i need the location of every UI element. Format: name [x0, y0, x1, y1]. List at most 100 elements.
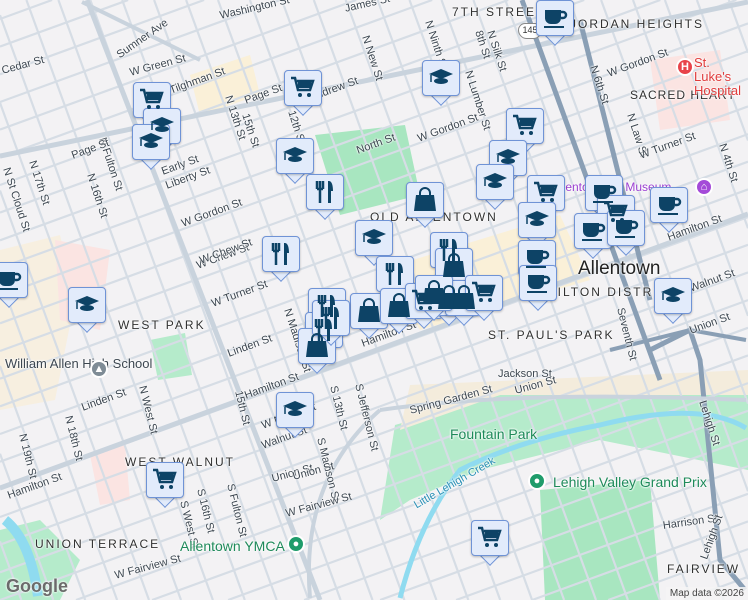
- marker-cart[interactable]: [465, 275, 503, 321]
- marker-box: [132, 124, 170, 160]
- marker-box: [422, 60, 460, 96]
- street-line: [727, 0, 748, 54]
- coffee-icon: [527, 275, 551, 293]
- marker-box: [518, 202, 556, 238]
- marker-grad[interactable]: [476, 164, 514, 210]
- marker-box: [262, 236, 300, 272]
- marker-cart[interactable]: [284, 70, 322, 116]
- marker-box: [650, 187, 688, 223]
- marker-box: [146, 462, 184, 498]
- marker-coffee[interactable]: [0, 262, 28, 308]
- marker-box: [415, 275, 453, 311]
- marker-bag[interactable]: [298, 328, 336, 374]
- grad-icon: [283, 147, 307, 162]
- marker-box: [506, 108, 544, 144]
- marker-box: [519, 265, 557, 301]
- marker-grad[interactable]: [654, 278, 692, 324]
- school-icon[interactable]: ▲: [90, 360, 108, 378]
- hospital-icon[interactable]: H: [676, 58, 694, 76]
- marker-box: [68, 287, 106, 323]
- marker-fork[interactable]: [262, 236, 300, 282]
- coffee-icon: [544, 10, 568, 28]
- google-logo: Google: [6, 576, 68, 596]
- fork-icon: [271, 243, 289, 265]
- marker-box: [607, 210, 645, 246]
- coffee-icon: [658, 197, 682, 215]
- marker-box: [465, 275, 503, 311]
- neighborhood-label: UNION TERRACE: [35, 537, 161, 551]
- marker-grad[interactable]: [422, 60, 460, 106]
- neighborhood-label: JORDAN HEIGHTS: [570, 17, 705, 31]
- marker-box: [298, 328, 336, 364]
- coffee-icon: [526, 250, 550, 268]
- street-line: [0, 0, 129, 48]
- fork-icon: [315, 181, 333, 203]
- cart-icon: [478, 526, 502, 547]
- cart-icon: [153, 468, 177, 489]
- grad-icon: [75, 296, 99, 311]
- hospital-label: St. Luke's Hospital: [694, 55, 741, 98]
- street-line: [0, 0, 53, 21]
- grad-icon: [362, 229, 386, 244]
- marker-box: [376, 256, 414, 292]
- park-label: Fountain Park: [450, 426, 538, 442]
- bag-icon: [388, 293, 410, 317]
- marker-coffee[interactable]: [650, 187, 688, 233]
- ymca-pin-icon[interactable]: ●: [287, 535, 305, 553]
- marker-box: [284, 70, 322, 106]
- marker-fork[interactable]: [306, 174, 344, 220]
- marker-box: [306, 174, 344, 210]
- bag-icon: [414, 187, 436, 211]
- bag-icon: [358, 298, 380, 322]
- marker-coffee[interactable]: [536, 0, 574, 46]
- museum-icon[interactable]: ⌂: [695, 178, 713, 196]
- coffee-icon: [615, 220, 639, 238]
- grad-icon: [139, 133, 163, 148]
- marker-box: [276, 138, 314, 174]
- marker-box: [355, 220, 393, 256]
- marker-coffee[interactable]: [607, 210, 645, 256]
- marker-box: [350, 293, 388, 329]
- bag-icon: [423, 280, 445, 304]
- neighborhood-label: ST. PAUL'S PARK: [488, 328, 615, 342]
- marker-cart[interactable]: [471, 520, 509, 566]
- coffee-icon: [582, 223, 606, 241]
- cart-icon: [291, 76, 315, 97]
- grad-icon: [429, 69, 453, 84]
- neighborhood-label: FAIRVIEW: [667, 562, 741, 576]
- marker-cart[interactable]: [146, 462, 184, 508]
- cart-icon: [534, 181, 558, 202]
- school-label: William Allen High School: [5, 356, 153, 371]
- grad-icon: [483, 173, 507, 188]
- marker-box: [574, 213, 612, 249]
- marker-box: [536, 0, 574, 36]
- ymca-label: Allentown YMCA: [180, 538, 285, 554]
- coffee-icon: [0, 272, 22, 290]
- grad-icon: [525, 211, 549, 226]
- marker-box: [476, 164, 514, 200]
- cart-icon: [472, 281, 496, 302]
- cart-icon: [513, 114, 537, 135]
- map-attribution[interactable]: Map data ©2026: [665, 587, 748, 600]
- marker-grad[interactable]: [276, 392, 314, 438]
- fork-icon: [321, 307, 339, 329]
- marker-box: [406, 182, 444, 218]
- neighborhood-label: WEST PARK: [118, 318, 206, 332]
- marker-box: [471, 520, 509, 556]
- marker-grad[interactable]: [68, 287, 106, 333]
- cart-icon: [140, 88, 164, 109]
- grad-icon: [283, 401, 307, 416]
- marker-box: [276, 392, 314, 428]
- marker-box: [0, 262, 28, 298]
- marker-coffee[interactable]: [519, 265, 557, 311]
- bag-icon: [306, 333, 328, 357]
- city-label: Allentown: [578, 258, 661, 279]
- marker-bag[interactable]: [406, 182, 444, 228]
- marker-box: [312, 300, 350, 336]
- grand-prix-pin-icon[interactable]: ●: [528, 472, 546, 490]
- marker-box: [654, 278, 692, 314]
- grad-icon: [661, 287, 685, 302]
- bag-icon: [443, 253, 465, 277]
- grand-prix-label: Lehigh Valley Grand Prix: [553, 474, 707, 490]
- marker-grad[interactable]: [132, 124, 170, 170]
